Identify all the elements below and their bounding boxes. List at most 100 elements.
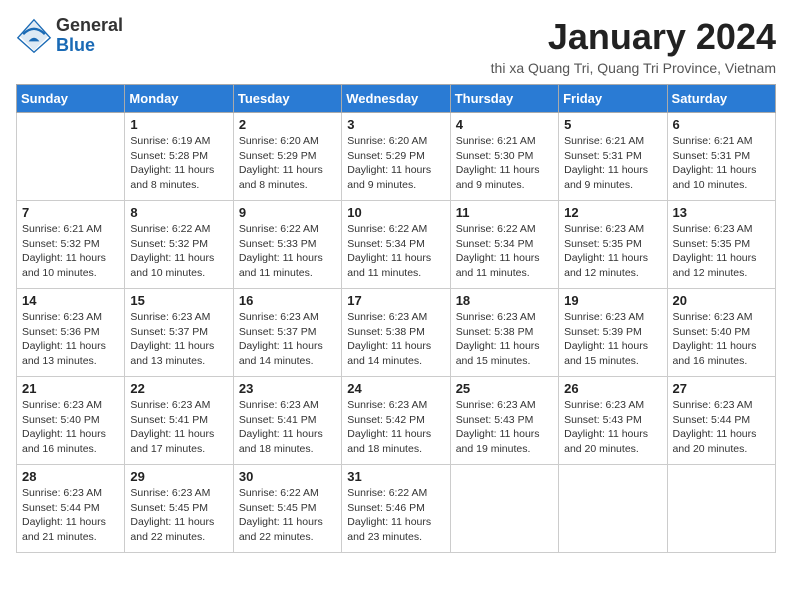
table-row: 28 Sunrise: 6:23 AMSunset: 5:44 PMDayligh…: [17, 465, 125, 553]
day-number: 9: [239, 205, 336, 220]
day-number: 8: [130, 205, 227, 220]
table-row: 22 Sunrise: 6:23 AMSunset: 5:41 PMDayligh…: [125, 377, 233, 465]
table-row: 1 Sunrise: 6:19 AMSunset: 5:28 PMDaylight…: [125, 113, 233, 201]
day-detail: Sunrise: 6:23 AMSunset: 5:43 PMDaylight:…: [456, 398, 553, 457]
day-detail: Sunrise: 6:23 AMSunset: 5:43 PMDaylight:…: [564, 398, 661, 457]
day-number: 27: [673, 381, 770, 396]
day-number: 12: [564, 205, 661, 220]
day-number: 16: [239, 293, 336, 308]
location-subtitle: thi xa Quang Tri, Quang Tri Province, Vi…: [491, 60, 776, 76]
table-row: 16 Sunrise: 6:23 AMSunset: 5:37 PMDayligh…: [233, 289, 341, 377]
day-detail: Sunrise: 6:23 AMSunset: 5:45 PMDaylight:…: [130, 486, 227, 545]
day-number: 18: [456, 293, 553, 308]
day-detail: Sunrise: 6:21 AMSunset: 5:31 PMDaylight:…: [673, 134, 770, 193]
day-detail: Sunrise: 6:20 AMSunset: 5:29 PMDaylight:…: [239, 134, 336, 193]
col-thursday: Thursday: [450, 85, 558, 113]
day-detail: Sunrise: 6:23 AMSunset: 5:35 PMDaylight:…: [564, 222, 661, 281]
day-number: 19: [564, 293, 661, 308]
day-detail: Sunrise: 6:23 AMSunset: 5:38 PMDaylight:…: [456, 310, 553, 369]
day-detail: Sunrise: 6:22 AMSunset: 5:45 PMDaylight:…: [239, 486, 336, 545]
day-detail: Sunrise: 6:22 AMSunset: 5:32 PMDaylight:…: [130, 222, 227, 281]
day-number: 7: [22, 205, 119, 220]
table-row: 17 Sunrise: 6:23 AMSunset: 5:38 PMDayligh…: [342, 289, 450, 377]
logo-general-text: General: [56, 16, 123, 36]
table-row: 27 Sunrise: 6:23 AMSunset: 5:44 PMDayligh…: [667, 377, 775, 465]
day-detail: Sunrise: 6:23 AMSunset: 5:41 PMDaylight:…: [130, 398, 227, 457]
table-row: 21Sunrise: 6:23 AMSunset: 5:40 PMDayligh…: [17, 377, 125, 465]
day-detail: Sunrise: 6:23 AMSunset: 5:44 PMDaylight:…: [673, 398, 770, 457]
table-row: [450, 465, 558, 553]
table-row: 11Sunrise: 6:22 AMSunset: 5:34 PMDayligh…: [450, 201, 558, 289]
table-row: 31 Sunrise: 6:22 AMSunset: 5:46 PMDayligh…: [342, 465, 450, 553]
table-row: 30 Sunrise: 6:22 AMSunset: 5:45 PMDayligh…: [233, 465, 341, 553]
table-row: 7Sunrise: 6:21 AMSunset: 5:32 PMDaylight…: [17, 201, 125, 289]
day-number: 22: [130, 381, 227, 396]
day-number: 30: [239, 469, 336, 484]
day-number: 26: [564, 381, 661, 396]
day-number: 4: [456, 117, 553, 132]
col-saturday: Saturday: [667, 85, 775, 113]
day-detail: Sunrise: 6:20 AMSunset: 5:29 PMDaylight:…: [347, 134, 444, 193]
day-number: 23: [239, 381, 336, 396]
col-sunday: Sunday: [17, 85, 125, 113]
day-number: 21: [22, 381, 119, 396]
day-detail: Sunrise: 6:23 AMSunset: 5:38 PMDaylight:…: [347, 310, 444, 369]
calendar-header: Sunday Monday Tuesday Wednesday Thursday…: [17, 85, 776, 113]
day-detail: Sunrise: 6:22 AMSunset: 5:34 PMDaylight:…: [347, 222, 444, 281]
col-tuesday: Tuesday: [233, 85, 341, 113]
day-number: 15: [130, 293, 227, 308]
table-row: 5Sunrise: 6:21 AMSunset: 5:31 PMDaylight…: [559, 113, 667, 201]
day-number: 13: [673, 205, 770, 220]
day-number: 2: [239, 117, 336, 132]
table-row: 9 Sunrise: 6:22 AMSunset: 5:33 PMDaylight…: [233, 201, 341, 289]
table-row: [559, 465, 667, 553]
calendar-week-row: 28 Sunrise: 6:23 AMSunset: 5:44 PMDayligh…: [17, 465, 776, 553]
header-row: Sunday Monday Tuesday Wednesday Thursday…: [17, 85, 776, 113]
calendar-week-row: 21Sunrise: 6:23 AMSunset: 5:40 PMDayligh…: [17, 377, 776, 465]
table-row: 18 Sunrise: 6:23 AMSunset: 5:38 PMDayligh…: [450, 289, 558, 377]
month-title: January 2024: [491, 16, 776, 58]
table-row: 6Sunrise: 6:21 AMSunset: 5:31 PMDaylight…: [667, 113, 775, 201]
day-detail: Sunrise: 6:23 AMSunset: 5:39 PMDaylight:…: [564, 310, 661, 369]
day-detail: Sunrise: 6:21 AMSunset: 5:31 PMDaylight:…: [564, 134, 661, 193]
table-row: 12 Sunrise: 6:23 AMSunset: 5:35 PMDayligh…: [559, 201, 667, 289]
header: General Blue January 2024 thi xa Quang T…: [16, 16, 776, 76]
title-area: January 2024 thi xa Quang Tri, Quang Tri…: [491, 16, 776, 76]
table-row: 10Sunrise: 6:22 AMSunset: 5:34 PMDayligh…: [342, 201, 450, 289]
table-row: 14Sunrise: 6:23 AMSunset: 5:36 PMDayligh…: [17, 289, 125, 377]
day-detail: Sunrise: 6:23 AMSunset: 5:40 PMDaylight:…: [673, 310, 770, 369]
day-detail: Sunrise: 6:23 AMSunset: 5:37 PMDaylight:…: [239, 310, 336, 369]
table-row: 3 Sunrise: 6:20 AMSunset: 5:29 PMDaylight…: [342, 113, 450, 201]
table-row: [667, 465, 775, 553]
day-detail: Sunrise: 6:23 AMSunset: 5:36 PMDaylight:…: [22, 310, 119, 369]
day-detail: Sunrise: 6:23 AMSunset: 5:41 PMDaylight:…: [239, 398, 336, 457]
calendar-week-row: 7Sunrise: 6:21 AMSunset: 5:32 PMDaylight…: [17, 201, 776, 289]
calendar-table: Sunday Monday Tuesday Wednesday Thursday…: [16, 84, 776, 553]
col-wednesday: Wednesday: [342, 85, 450, 113]
day-number: 3: [347, 117, 444, 132]
table-row: 2 Sunrise: 6:20 AMSunset: 5:29 PMDaylight…: [233, 113, 341, 201]
table-row: 24Sunrise: 6:23 AMSunset: 5:42 PMDayligh…: [342, 377, 450, 465]
day-number: 24: [347, 381, 444, 396]
table-row: 20Sunrise: 6:23 AMSunset: 5:40 PMDayligh…: [667, 289, 775, 377]
table-row: 15Sunrise: 6:23 AMSunset: 5:37 PMDayligh…: [125, 289, 233, 377]
calendar-body: 1 Sunrise: 6:19 AMSunset: 5:28 PMDaylight…: [17, 113, 776, 553]
day-number: 1: [130, 117, 227, 132]
calendar-week-row: 14Sunrise: 6:23 AMSunset: 5:36 PMDayligh…: [17, 289, 776, 377]
day-number: 28: [22, 469, 119, 484]
calendar-week-row: 1 Sunrise: 6:19 AMSunset: 5:28 PMDaylight…: [17, 113, 776, 201]
table-row: 13Sunrise: 6:23 AMSunset: 5:35 PMDayligh…: [667, 201, 775, 289]
table-row: [17, 113, 125, 201]
day-number: 31: [347, 469, 444, 484]
logo: General Blue: [16, 16, 123, 56]
day-detail: Sunrise: 6:19 AMSunset: 5:28 PMDaylight:…: [130, 134, 227, 193]
logo-text: General Blue: [56, 16, 123, 56]
table-row: 8 Sunrise: 6:22 AMSunset: 5:32 PMDaylight…: [125, 201, 233, 289]
day-detail: Sunrise: 6:21 AMSunset: 5:30 PMDaylight:…: [456, 134, 553, 193]
day-detail: Sunrise: 6:22 AMSunset: 5:46 PMDaylight:…: [347, 486, 444, 545]
day-detail: Sunrise: 6:23 AMSunset: 5:44 PMDaylight:…: [22, 486, 119, 545]
table-row: 4 Sunrise: 6:21 AMSunset: 5:30 PMDaylight…: [450, 113, 558, 201]
day-number: 11: [456, 205, 553, 220]
day-detail: Sunrise: 6:22 AMSunset: 5:33 PMDaylight:…: [239, 222, 336, 281]
day-number: 17: [347, 293, 444, 308]
